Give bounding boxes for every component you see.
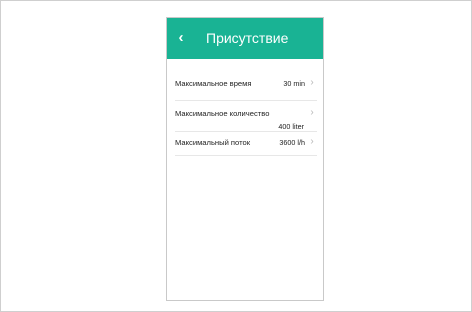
- app-header: ‹ Присутствие: [167, 18, 323, 59]
- chevron-right-icon: ›: [310, 107, 314, 118]
- setting-row-max-flow[interactable]: Максимальный поток 3600 l/h ›: [175, 136, 317, 156]
- chevron-left-icon: ‹: [178, 28, 184, 46]
- setting-row-max-time[interactable]: Максимальное время 30 min ›: [175, 77, 317, 101]
- setting-value: 3600 l/h: [279, 138, 305, 147]
- setting-row-max-amount[interactable]: Максимальное количество 400 liter ›: [175, 107, 317, 132]
- page-title: Присутствие: [206, 30, 289, 46]
- back-button[interactable]: ‹: [172, 25, 190, 49]
- setting-label: Максимальный поток: [175, 138, 251, 147]
- setting-value: 30 min: [283, 79, 305, 88]
- settings-list: Максимальное время 30 min › Максимальное…: [175, 77, 317, 300]
- chevron-right-icon: ›: [310, 136, 314, 147]
- mobile-screen: ‹ Присутствие Максимальное время 30 min …: [166, 17, 324, 301]
- setting-value: 400 liter: [278, 122, 304, 131]
- setting-label: Максимальное количество: [175, 109, 270, 118]
- setting-label: Максимальное время: [175, 79, 252, 88]
- chevron-right-icon: ›: [310, 77, 314, 88]
